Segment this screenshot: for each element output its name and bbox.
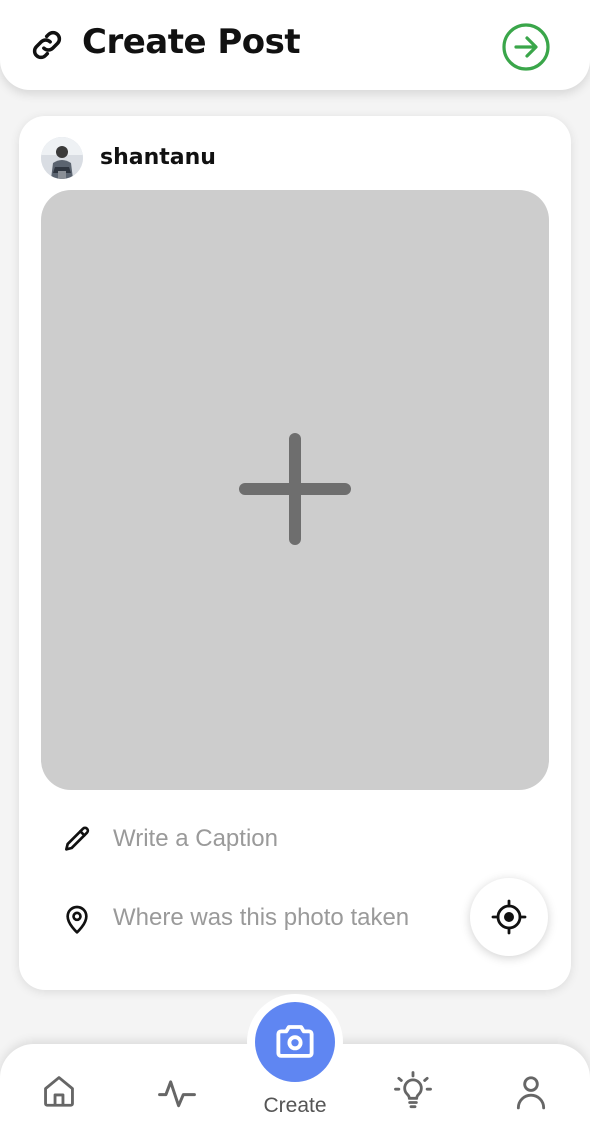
nav-activity[interactable] [156,1074,198,1112]
post-card: shantanu [19,116,571,990]
nav-profile[interactable] [512,1072,550,1112]
header-bar: Create Post [0,0,590,90]
create-label[interactable]: Create [235,1094,355,1118]
lightbulb-icon [394,1071,432,1109]
create-button[interactable] [255,1002,335,1082]
next-button[interactable] [501,22,551,72]
home-icon [44,1076,74,1107]
caption-row [41,814,481,864]
activity-icon [158,1080,196,1108]
nav-home[interactable] [40,1072,78,1110]
arrow-right-circle-icon [502,23,550,71]
pencil-icon [61,824,93,856]
location-pin-icon [61,903,93,935]
camera-icon [276,1025,314,1058]
add-photo-area[interactable] [41,190,549,790]
nav-ideas[interactable] [393,1070,433,1110]
current-location-button[interactable] [470,878,548,956]
caption-input[interactable] [113,820,473,858]
page-title: Create Post [82,22,301,62]
plus-icon [239,433,351,545]
username[interactable]: shantanu [100,145,216,170]
location-row [41,893,481,943]
profile-icon [516,1076,546,1110]
crosshair-icon [491,899,527,935]
user-avatar[interactable] [41,137,83,179]
location-input[interactable] [113,899,473,937]
link-icon [28,26,66,64]
